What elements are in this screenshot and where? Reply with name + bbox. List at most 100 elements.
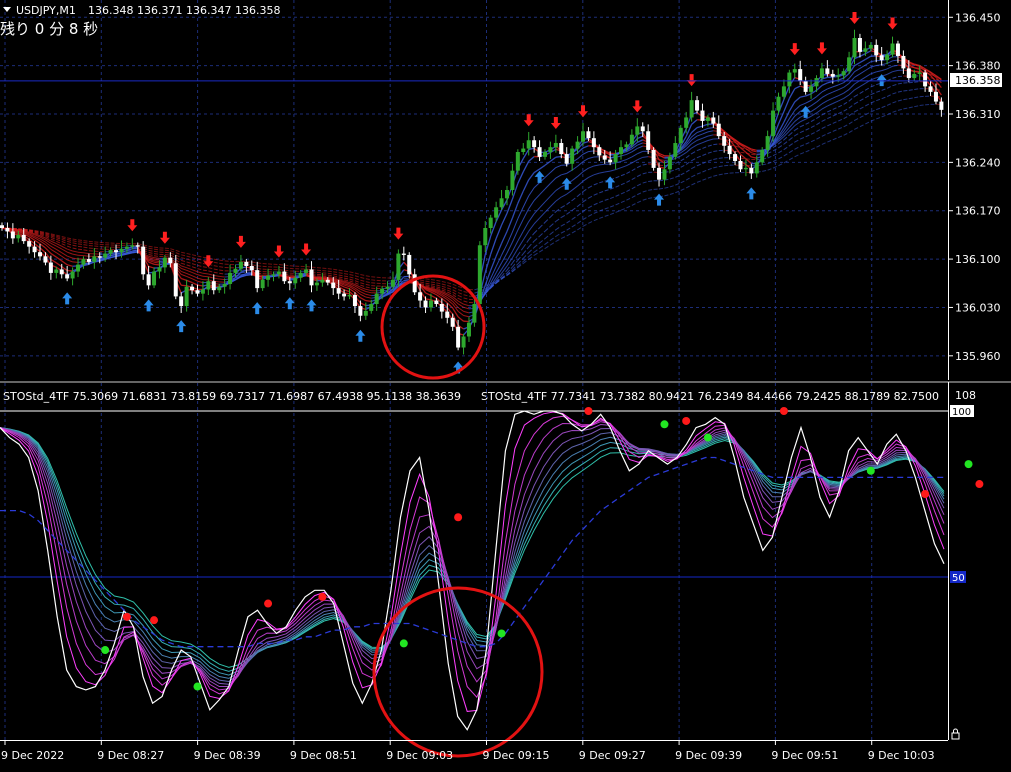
candle-body — [179, 296, 183, 306]
candle-body — [261, 280, 265, 288]
candle-body — [462, 336, 466, 347]
candle-body — [60, 269, 64, 274]
candle-body — [440, 304, 444, 312]
indicator-label-1: STOStd_4TF 75.3069 71.6831 73.8159 69.73… — [3, 390, 461, 403]
candle-body — [386, 287, 390, 289]
ribbon-segment — [366, 301, 371, 302]
candle-body — [608, 160, 612, 163]
candle-body — [684, 117, 688, 127]
candle-body — [27, 241, 31, 247]
green-cross-dot — [101, 646, 109, 654]
time-tick-label: 9 Dec 09:51 — [771, 749, 838, 762]
price-tick-label: 136.310 — [955, 108, 1001, 121]
candle-body — [516, 152, 520, 171]
candle-body — [494, 207, 498, 217]
candle-body — [934, 92, 938, 102]
ribbon-segment — [556, 157, 561, 158]
candle-body — [815, 78, 819, 86]
candle-body — [407, 255, 411, 274]
ribbon-segment — [426, 299, 431, 300]
price-tick-label: 136.240 — [955, 156, 1001, 169]
candle-body — [136, 245, 140, 246]
candle-body — [71, 272, 75, 279]
candle-body — [798, 69, 802, 81]
candle-body — [467, 323, 471, 337]
candle-body — [793, 69, 797, 72]
candle-body — [532, 140, 536, 147]
level-100-label: 100 — [952, 407, 971, 418]
candle-body — [907, 68, 911, 78]
candle-body — [168, 258, 172, 264]
price-tick-label: 136.100 — [955, 253, 1001, 266]
candle-body — [310, 269, 314, 285]
candle-body — [858, 38, 862, 52]
red-cross-dot — [975, 480, 983, 488]
candle-body — [722, 136, 726, 146]
ribbon-segment — [127, 252, 132, 253]
time-tick-label: 9 Dec 08:39 — [194, 749, 261, 762]
red-cross-dot — [123, 613, 131, 621]
candle-body — [217, 287, 221, 290]
candle-body — [402, 254, 406, 255]
candle-body — [581, 131, 585, 141]
candle-body — [586, 131, 590, 138]
candle-body — [912, 74, 916, 78]
ribbon-segment — [876, 65, 881, 66]
candle-body — [711, 117, 715, 123]
ribbon-segment — [219, 276, 224, 277]
candle-body — [380, 289, 384, 294]
candle-body — [635, 126, 639, 134]
candle-body — [733, 154, 737, 161]
candle-body — [809, 86, 813, 92]
candle-body — [5, 228, 9, 231]
red-cross-dot — [318, 593, 326, 601]
ribbon-segment — [100, 258, 105, 259]
candle-body — [98, 256, 102, 257]
candle-body — [109, 250, 113, 253]
candle-body — [787, 73, 791, 87]
candle-body — [348, 295, 352, 296]
candle-body — [820, 68, 824, 78]
candle-body — [233, 269, 237, 273]
candle-body — [505, 190, 509, 198]
candle-body — [369, 304, 373, 311]
candle-body — [668, 157, 672, 169]
time-tick-label: 9 Dec 09:15 — [483, 749, 550, 762]
candle-body — [874, 45, 878, 55]
candle-body — [847, 57, 851, 71]
candle-body — [619, 147, 623, 154]
candle-body — [451, 318, 455, 327]
candle-body — [749, 168, 753, 174]
candle-body — [358, 306, 362, 316]
ribbon-segment — [154, 264, 159, 265]
candle-body — [760, 150, 764, 162]
candle-body — [804, 81, 808, 92]
red-cross-dot — [150, 616, 158, 624]
candle-body — [690, 100, 694, 117]
candle-body — [76, 265, 80, 272]
candle-body — [565, 154, 569, 164]
candle-body — [597, 147, 601, 155]
ribbon-segment — [893, 60, 898, 61]
countdown-timer: 残り 0 分 8 秒 — [0, 20, 98, 38]
candle-body — [576, 142, 580, 149]
candle-body — [16, 235, 20, 238]
candle-body — [201, 289, 205, 293]
ribbon-segment — [246, 275, 251, 276]
candle-body — [500, 198, 504, 207]
candle-body — [755, 162, 759, 173]
ribbon-segment — [203, 273, 208, 274]
candle-body — [831, 74, 835, 77]
price-tick-label: 136.380 — [955, 60, 1001, 73]
sub-axis-108: 108 — [955, 389, 976, 402]
candle-body — [901, 56, 905, 68]
chart-canvas[interactable]: USDJPY,M1 136.348 136.371 136.347 136.35… — [0, 0, 1011, 768]
candle-body — [337, 288, 341, 294]
candle-body — [413, 274, 417, 292]
candle-body — [880, 55, 884, 60]
candle-body — [320, 280, 324, 283]
candle-body — [331, 283, 335, 289]
candle-body — [282, 272, 286, 282]
candle-body — [304, 269, 308, 272]
green-cross-dot — [867, 467, 875, 475]
